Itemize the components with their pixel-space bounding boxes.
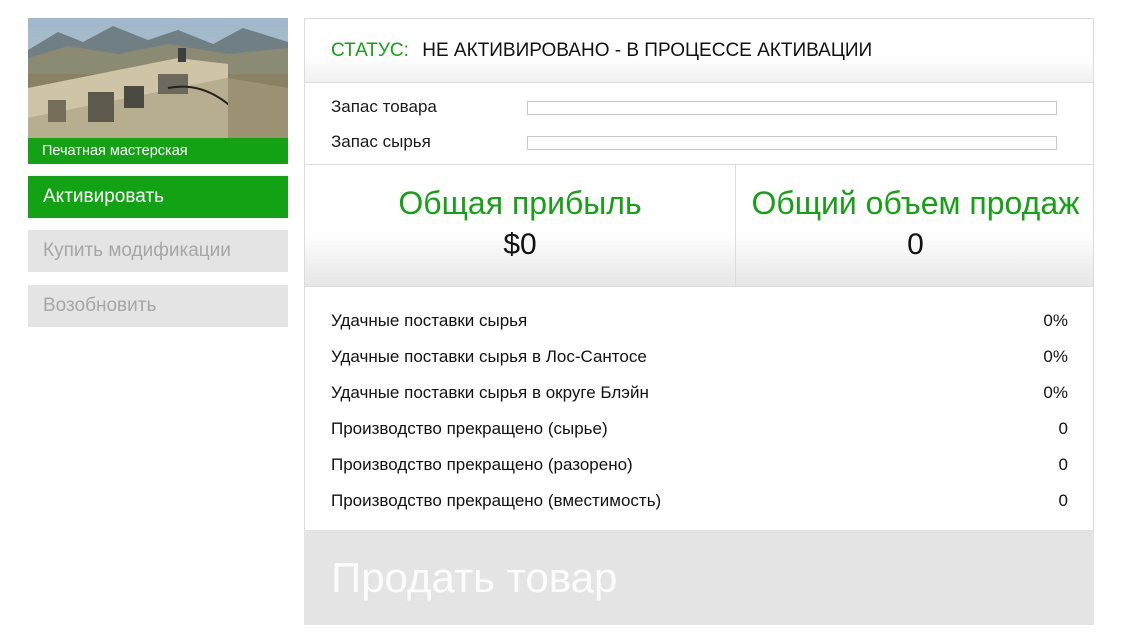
stat-label: Производство прекращено (вместимость) bbox=[331, 491, 662, 510]
sell-product-button[interactable]: Продать товар bbox=[304, 530, 1094, 625]
supplies-stock-label: Запас сырья bbox=[331, 132, 431, 151]
stat-row: Удачные поставки сырья 0% bbox=[331, 303, 1068, 339]
product-stock-bar bbox=[527, 101, 1057, 115]
stat-row: Производство прекращено (вместимость) 0 bbox=[331, 483, 1068, 519]
stat-row: Удачные поставки сырья в округе Блэйн 0% bbox=[331, 375, 1068, 411]
buy-upgrades-button[interactable]: Купить модификации bbox=[28, 230, 288, 272]
total-sales-label: Общий объем продаж bbox=[751, 185, 1080, 221]
stat-value: 0 bbox=[1058, 419, 1068, 438]
stat-label: Удачные поставки сырья в округе Блэйн bbox=[331, 383, 649, 402]
product-stock-row: Запас товара bbox=[331, 95, 1066, 119]
stat-value: 0 bbox=[1058, 491, 1068, 510]
stat-row: Производство прекращено (разорено) 0 bbox=[331, 447, 1068, 483]
business-panel: СТАТУС: НЕ АКТИВИРОВАНО - В ПРОЦЕССЕ АКТ… bbox=[304, 18, 1094, 625]
stat-label: Производство прекращено (разорено) bbox=[331, 455, 633, 474]
stat-value: 0 bbox=[1058, 455, 1068, 474]
supplies-stock-bar bbox=[527, 136, 1057, 150]
stat-label: Удачные поставки сырья в Лос-Сантосе bbox=[331, 347, 647, 366]
totals-section: Общая прибыль $0 Общий объем продаж 0 bbox=[305, 164, 1093, 287]
activate-button[interactable]: Активировать bbox=[28, 176, 288, 218]
product-stock-label: Запас товара bbox=[331, 97, 437, 116]
total-earnings-value: $0 bbox=[503, 228, 537, 261]
stat-value: 0% bbox=[1043, 311, 1068, 330]
stat-value: 0% bbox=[1043, 347, 1068, 366]
status-value: НЕ АКТИВИРОВАНО - В ПРОЦЕССЕ АКТИВАЦИИ bbox=[422, 40, 873, 61]
total-earnings: Общая прибыль $0 bbox=[305, 183, 735, 265]
status-row: СТАТУС: НЕ АКТИВИРОВАНО - В ПРОЦЕССЕ АКТ… bbox=[305, 19, 1093, 83]
total-sales: Общий объем продаж 0 bbox=[736, 183, 1095, 265]
business-thumbnail: Печатная мастерская bbox=[28, 18, 288, 164]
stats-list: Удачные поставки сырья 0% Удачные постав… bbox=[331, 303, 1068, 519]
total-sales-value: 0 bbox=[907, 228, 924, 261]
stat-label: Удачные поставки сырья bbox=[331, 311, 528, 330]
stat-label: Производство прекращено (сырье) bbox=[331, 419, 608, 438]
stat-row: Производство прекращено (сырье) 0 bbox=[331, 411, 1068, 447]
status-label: СТАТУС: bbox=[331, 40, 409, 61]
stat-value: 0% bbox=[1043, 383, 1068, 402]
total-earnings-label: Общая прибыль bbox=[398, 185, 642, 221]
stat-row: Удачные поставки сырья в Лос-Сантосе 0% bbox=[331, 339, 1068, 375]
business-name: Печатная мастерская bbox=[28, 138, 288, 164]
supplies-stock-row: Запас сырья bbox=[331, 130, 1066, 154]
resume-button[interactable]: Возобновить bbox=[28, 285, 288, 327]
